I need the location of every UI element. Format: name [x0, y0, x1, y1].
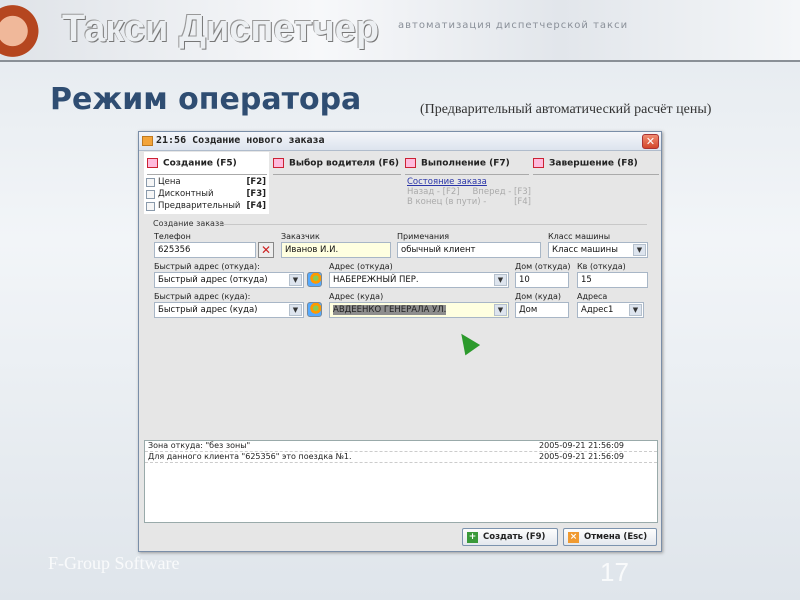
addr-to-label: Адрес (куда): [329, 292, 384, 301]
group-title: Создание заказа: [153, 219, 225, 228]
customer-input[interactable]: Иванов И.И.: [281, 242, 391, 258]
checkbox-label: Предварительный: [158, 201, 241, 211]
title-bar[interactable]: 21:56 Создание нового заказа ✕: [139, 132, 661, 151]
order-icon: [147, 158, 158, 168]
checkbox-discount[interactable]: Дисконтный [F3]: [146, 188, 266, 200]
chevron-down-icon[interactable]: ▼: [289, 304, 302, 316]
house-to-label: Дом (куда): [515, 292, 561, 301]
window-title: 21:56 Создание нового заказа: [156, 135, 325, 146]
quick-from-select[interactable]: Быстрый адрес (откуда) ▼: [154, 272, 304, 288]
addresses-label: Адреса: [577, 292, 608, 301]
chevron-down-icon[interactable]: ▼: [633, 244, 646, 256]
plus-icon: +: [467, 531, 478, 543]
quick-from-label: Быстрый адрес (откуда):: [154, 262, 260, 271]
shortcut: [F3]: [246, 189, 267, 199]
tab-completion[interactable]: Завершение (F8): [533, 158, 659, 175]
slide-number: 17: [600, 557, 629, 587]
car-class-value: Класс машины: [552, 245, 618, 255]
nav-end-key: [F4]: [514, 197, 531, 207]
globe-icon[interactable]: [307, 272, 322, 287]
notes-label: Примечания: [397, 232, 450, 241]
log-time: 2005-09-21 21:56:09: [539, 441, 624, 450]
addr-to-value: АВДЕЕНКО ГЕНЕРАЛА УЛ.: [333, 305, 447, 315]
event-log[interactable]: Зона откуда: "без зоны" 2005-09-21 21:56:…: [144, 440, 658, 523]
phone-input[interactable]: 625356: [154, 242, 256, 258]
addr-from-label: Адрес (откуда): [329, 262, 393, 271]
chevron-down-icon[interactable]: ▼: [494, 304, 507, 316]
log-row: Для данного клиента "625356" это поездка…: [145, 452, 657, 463]
order-icon: [405, 158, 416, 168]
addresses-value: Адрес1: [581, 305, 614, 315]
checkbox-price[interactable]: Цена [F2]: [146, 176, 266, 188]
tab-driver[interactable]: Выбор водителя (F6): [273, 158, 401, 175]
cancel-icon: ×: [568, 531, 579, 543]
shortcut: [F2]: [246, 177, 267, 187]
car-class-label: Класс машины: [548, 232, 611, 241]
shortcut: [F4]: [246, 201, 267, 211]
footer-company: F-Group Software: [48, 553, 180, 573]
cancel-button[interactable]: × Отмена (Esc): [563, 528, 657, 546]
log-text: Для данного клиента "625356" это поездка…: [148, 452, 352, 461]
chevron-down-icon[interactable]: ▼: [494, 274, 507, 286]
button-label: Отмена (Esc): [584, 532, 648, 542]
button-label: Создать (F9): [483, 532, 546, 542]
log-text: Зона откуда: "без зоны": [148, 441, 251, 450]
tab-label: Выбор водителя (F6): [289, 158, 399, 169]
tagline: автоматизация диспетчерской такси: [398, 20, 629, 31]
addr-from-select[interactable]: НАБЕРЕЖНЫЙ ПЕР. ▼: [329, 272, 509, 288]
checkbox[interactable]: [146, 189, 155, 199]
log-row: Зона откуда: "без зоны" 2005-09-21 21:56:…: [145, 441, 657, 452]
checkbox-label: Цена: [158, 177, 181, 187]
nav-back: Назад - [F2]: [407, 187, 460, 197]
operator-photo: [0, 0, 42, 62]
create-button[interactable]: + Создать (F9): [462, 528, 558, 546]
order-icon: [533, 158, 544, 168]
tab-label: Выполнение (F7): [421, 158, 510, 169]
notes-input[interactable]: обычный клиент: [397, 242, 541, 258]
customer-label: Заказчик: [281, 232, 320, 241]
page-title: Режим оператора: [50, 82, 362, 117]
quick-to-value: Быстрый адрес (куда): [158, 305, 258, 315]
quick-from-value: Быстрый адрес (откуда): [158, 275, 268, 285]
globe-icon[interactable]: [307, 302, 322, 317]
tab-label: Завершение (F8): [549, 158, 638, 169]
apt-from-input[interactable]: 15: [577, 272, 648, 288]
page-subtitle: (Предварительный автоматический расчёт ц…: [420, 102, 712, 117]
addr-from-value: НАБЕРЕЖНЫЙ ПЕР.: [333, 275, 419, 285]
chevron-down-icon[interactable]: ▼: [629, 304, 642, 316]
tab-label: Создание (F5): [163, 158, 237, 169]
order-icon: [273, 158, 284, 168]
nav-forward: Вперед - [F3]: [472, 187, 531, 197]
house-from-label: Дом (откуда): [515, 262, 571, 271]
checkbox[interactable]: [146, 201, 155, 211]
addr-to-select[interactable]: АВДЕЕНКО ГЕНЕРАЛА УЛ. ▼: [329, 302, 509, 318]
phone-label: Телефон: [154, 232, 191, 241]
checkbox[interactable]: [146, 177, 155, 187]
addresses-select[interactable]: Адрес1 ▼: [577, 302, 644, 318]
tab-create[interactable]: Создание (F5): [147, 158, 267, 175]
banner: Такси Диспетчер автоматизация диспетчерс…: [0, 0, 800, 62]
group-divider: [219, 224, 647, 225]
close-button[interactable]: ✕: [642, 134, 659, 149]
checkbox-label: Дисконтный: [158, 189, 214, 199]
car-class-select[interactable]: Класс машины ▼: [548, 242, 648, 258]
log-time: 2005-09-21 21:56:09: [539, 452, 624, 461]
brand-logo: Такси Диспетчер: [62, 8, 380, 50]
house-from-input[interactable]: 10: [515, 272, 569, 288]
quick-to-select[interactable]: Быстрый адрес (куда) ▼: [154, 302, 304, 318]
house-to-input[interactable]: Дом: [515, 302, 569, 318]
apt-from-label: Кв (откуда): [577, 262, 626, 271]
tab-execution[interactable]: Выполнение (F7): [405, 158, 529, 175]
nav-end: В конец (в пути) -: [407, 197, 487, 207]
chevron-down-icon[interactable]: ▼: [289, 274, 302, 286]
checkbox-preliminary[interactable]: Предварительный [F4]: [146, 200, 266, 212]
quick-to-label: Быстрый адрес (куда):: [154, 292, 251, 301]
clear-phone-button[interactable]: ✕: [258, 242, 274, 258]
window-icon: [142, 136, 153, 146]
new-order-dialog: 21:56 Создание нового заказа ✕ Создание …: [138, 131, 662, 552]
order-status-link[interactable]: Состояние заказа: [407, 177, 531, 187]
